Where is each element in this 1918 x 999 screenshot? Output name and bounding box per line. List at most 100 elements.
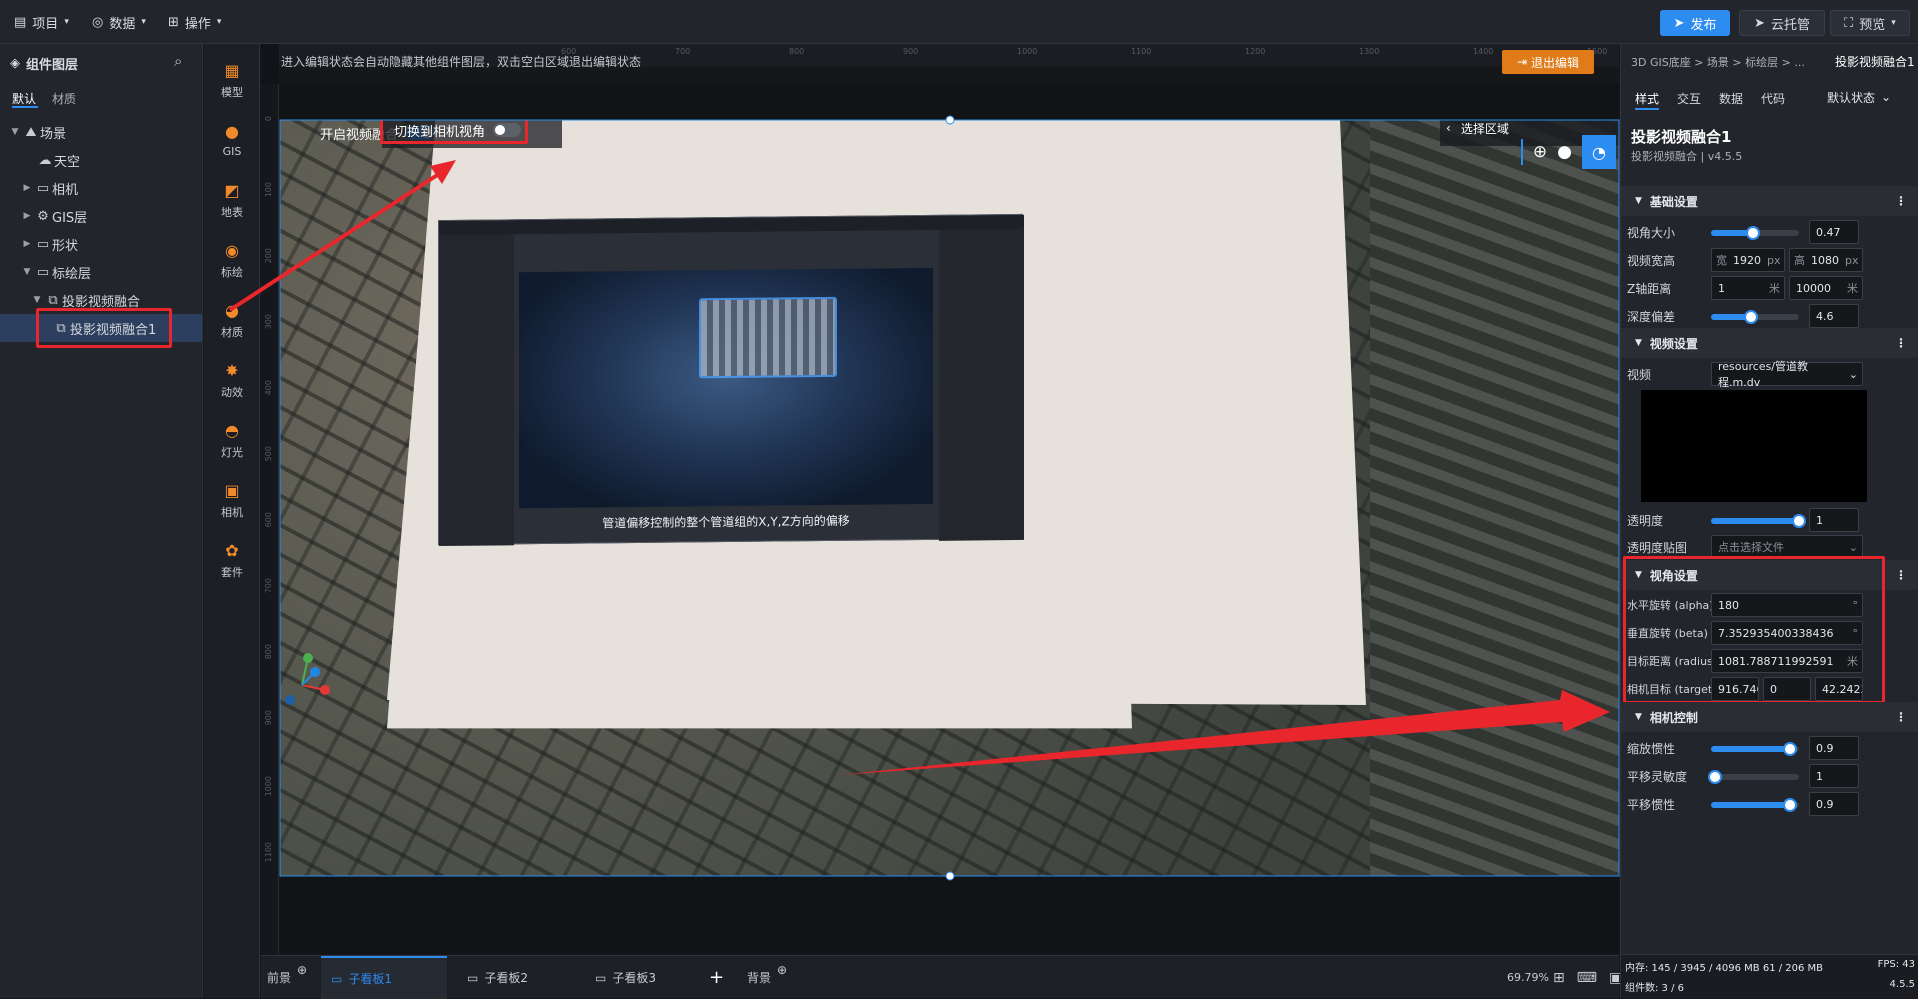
exit-edit-button[interactable]: ⇥ 退出编辑 — [1502, 50, 1594, 74]
tree-item-camera[interactable]: ▶ ▭ 相机 — [0, 174, 202, 202]
axis-gizmo — [285, 653, 330, 705]
ruler-tick-label: 400 — [264, 380, 273, 396]
tab-material[interactable]: 材质 — [52, 90, 76, 107]
tool-gis[interactable]: ● GIS — [204, 112, 260, 168]
sphere-icon[interactable]: ● — [1557, 142, 1572, 162]
tool-plot[interactable]: ◉ 标绘 — [204, 232, 260, 288]
video-sidebar — [439, 234, 514, 547]
z-far-input[interactable]: 10000 米 — [1789, 276, 1863, 300]
tree-item-plot-layer[interactable]: ▼ ▭ 标绘层 — [0, 258, 202, 286]
depth-slider[interactable] — [1711, 310, 1799, 324]
properties-panel: 3D GIS底座 > 场景 > 标绘层 > ... 投影视频融合1 样式 交互 … — [1620, 44, 1918, 998]
tab-interaction[interactable]: 交互 — [1677, 90, 1701, 107]
tool-camera[interactable]: ▣ 相机 — [204, 472, 260, 528]
add-circle-icon[interactable]: ⊕ — [777, 963, 787, 977]
tab-board-3[interactable]: ▭ 子看板3 — [585, 956, 656, 999]
zoom-inertia-label: 缩放惯性 — [1627, 742, 1676, 756]
rotate-view-icon[interactable]: ◔ — [1582, 135, 1616, 169]
tab-code[interactable]: 代码 — [1761, 90, 1785, 107]
terrain-icon: ◩ — [224, 180, 240, 200]
folder-icon: ▭ — [36, 264, 50, 280]
tab-data[interactable]: 数据 — [1719, 90, 1743, 107]
section-video[interactable]: ▼ 视频设置 ⋮ — [1621, 328, 1918, 358]
section-camera[interactable]: ▼ 相机控制 ⋮ — [1621, 702, 1918, 732]
chevron-down-icon: ⌄ — [1848, 540, 1858, 554]
width-input[interactable]: 宽 1920 px — [1711, 248, 1785, 272]
tree-item-scene[interactable]: ▼ ⛰ 场景 — [0, 118, 202, 146]
tool-effect[interactable]: ✸ 动效 — [204, 352, 260, 408]
fov-input[interactable]: 0.47 — [1809, 220, 1859, 244]
component-version: 投影视频融合 | v4.5.5 — [1631, 150, 1743, 163]
video-select[interactable]: resources/管道教程.m.dv ⌄ — [1711, 360, 1863, 389]
opacity-label: 透明度 — [1627, 514, 1664, 528]
pan-inertia-slider[interactable] — [1711, 798, 1799, 812]
more-icon[interactable]: ⋮ — [1895, 568, 1907, 582]
chevron-left-icon[interactable]: ‹ — [1446, 121, 1451, 135]
depth-input[interactable]: 4.6 — [1809, 304, 1859, 328]
pan-inertia-input[interactable]: 0.9 — [1809, 792, 1859, 816]
tab-default[interactable]: 默认 — [12, 90, 36, 107]
tree-item-gis[interactable]: ▶ ⚙ GIS层 — [0, 202, 202, 230]
version-label: 4.5.5 — [1889, 979, 1915, 990]
tool-terrain[interactable]: ◩ 地表 — [204, 172, 260, 228]
chevron-down-icon: ▾ — [1891, 18, 1896, 28]
tool-material[interactable]: ◕ 材质 — [204, 292, 260, 348]
bottom-bar: 前景 ⊕ ▭ 子看板1 ▭ 子看板2 ▭ 子看板3 + 背景 ⊕ 69.79% ⊞ ⌨… — [261, 955, 1622, 999]
opacity-input[interactable]: 1 — [1809, 508, 1859, 532]
ruler-tick-label: 0 — [264, 116, 273, 122]
globe-icon[interactable]: ⊕ — [1533, 142, 1547, 162]
pan-sensitivity-slider[interactable] — [1708, 770, 1799, 784]
keyboard-icon[interactable]: ⌨ — [1577, 970, 1597, 986]
video-frame: 管道偏移控制的整个管道组的X,Y,Z方向的偏移 — [438, 213, 1024, 547]
chevron-down-icon: ⌄ — [1848, 367, 1858, 381]
tab-board-2[interactable]: ▭ 子看板2 — [457, 956, 528, 999]
menu-project[interactable]: ▤ 项目 ▾ — [14, 0, 69, 44]
tree-item-sky[interactable]: ☁ 天空 — [0, 146, 202, 174]
more-icon[interactable]: ⋮ — [1895, 336, 1907, 350]
effect-icon: ✸ — [225, 360, 239, 380]
chevron-down-icon: ⌄ — [1881, 90, 1892, 104]
pan-sensitivity-input[interactable]: 1 — [1809, 764, 1859, 788]
menu-operate[interactable]: ⊞ 操作 ▾ — [168, 0, 221, 44]
preview-button[interactable]: ⛶ 预览 ▾ — [1830, 10, 1910, 36]
tab-board-1[interactable]: ▭ 子看板1 — [321, 956, 447, 999]
tool-kit[interactable]: ✿ 套件 — [204, 532, 260, 588]
scene-viewport[interactable]: 管道偏移控制的整个管道组的X,Y,Z方向的偏移 开启视频融合 切换到相机视角 ‹… — [280, 120, 1619, 876]
zoom-inertia-slider[interactable] — [1711, 742, 1799, 756]
chevron-down-icon: ▼ — [23, 267, 31, 277]
more-icon[interactable]: ⋮ — [1895, 194, 1907, 208]
z-distance-label: Z轴距离 — [1627, 282, 1672, 296]
tab-style[interactable]: 样式 — [1635, 90, 1659, 107]
ruler-tick-label: 700 — [264, 578, 273, 594]
tool-model[interactable]: ▦ 模型 — [204, 52, 260, 108]
menu-data[interactable]: ◎ 数据 ▾ — [92, 0, 146, 44]
search-icon[interactable]: ⌕ — [174, 52, 182, 70]
depth-label: 深度偏差 — [1627, 310, 1676, 324]
tool-light[interactable]: ◓ 灯光 — [204, 412, 260, 468]
z-near-input[interactable]: 1米 — [1711, 276, 1785, 300]
publish-button[interactable]: ➤ 发布 — [1660, 10, 1730, 36]
opacity-slider[interactable] — [1711, 514, 1806, 528]
fov-slider[interactable] — [1711, 226, 1799, 240]
state-select[interactable]: 默认状态 ⌄ — [1827, 84, 1907, 110]
folder-icon: ▭ — [36, 236, 50, 252]
tree-item-shape[interactable]: ▶ ▭ 形状 — [0, 230, 202, 258]
video-caption: 管道偏移控制的整个管道组的X,Y,Z方向的偏移 — [602, 513, 850, 531]
more-icon[interactable]: ⋮ — [1895, 710, 1907, 724]
section-basic[interactable]: ▼ 基础设置 ⋮ — [1621, 186, 1918, 216]
add-board-button[interactable]: + — [709, 956, 724, 999]
zoom-level[interactable]: 69.79% — [1507, 956, 1549, 999]
add-circle-icon[interactable]: ⊕ — [297, 963, 307, 977]
background-tab[interactable]: 背景 ⊕ — [747, 956, 787, 999]
foreground-tab[interactable]: 前景 ⊕ — [263, 956, 307, 999]
bottom-icons: ⊞ ⌨ ▣ — [1553, 956, 1622, 999]
zoom-inertia-input[interactable]: 0.9 — [1809, 736, 1859, 760]
fit-screen-icon[interactable]: ⊞ — [1553, 970, 1565, 986]
cloud-host-button[interactable]: ➤ 云托管 — [1739, 10, 1825, 36]
chevron-right-icon: ▶ — [23, 211, 31, 221]
camera-icon: ▣ — [224, 480, 240, 500]
layers-icon: ◈ — [10, 56, 20, 71]
chevron-down-icon: ▾ — [216, 17, 222, 27]
height-input[interactable]: 高 1080 px — [1789, 248, 1863, 272]
chevron-down-icon: ▼ — [11, 127, 19, 137]
